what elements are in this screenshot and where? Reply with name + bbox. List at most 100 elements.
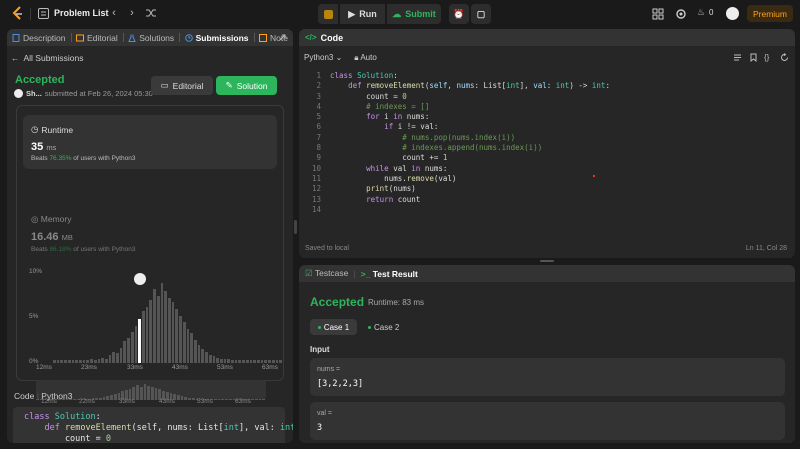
histogram-bar[interactable] xyxy=(193,339,197,363)
histogram-bar[interactable] xyxy=(153,289,156,363)
histogram-bar[interactable] xyxy=(164,291,167,363)
histogram-bar[interactable] xyxy=(190,333,193,363)
histogram-bar[interactable] xyxy=(268,360,271,363)
histogram-bar[interactable] xyxy=(223,359,227,363)
histogram-bar[interactable] xyxy=(205,352,208,363)
tab-testcase[interactable]: ☑ Testcase xyxy=(305,268,348,279)
leetcode-logo[interactable] xyxy=(11,6,25,21)
histogram-bar[interactable] xyxy=(245,360,249,363)
histogram-bar[interactable] xyxy=(182,321,186,363)
run-button[interactable]: ▶ Run xyxy=(340,4,385,24)
histogram-bar[interactable] xyxy=(108,354,112,363)
case-1-tab[interactable]: Case 1 xyxy=(310,319,357,335)
next-problem-icon[interactable]: › xyxy=(126,7,138,19)
histogram-bar[interactable] xyxy=(208,354,212,363)
shuffle-icon[interactable] xyxy=(145,7,157,19)
histogram-bar[interactable] xyxy=(279,360,282,363)
layout-grid-icon[interactable] xyxy=(652,8,664,20)
histogram-bar[interactable] xyxy=(78,360,82,363)
histogram-bar[interactable] xyxy=(116,353,119,363)
tab-editorial[interactable]: Editorial xyxy=(71,29,123,46)
histogram-bar[interactable] xyxy=(149,300,153,363)
histogram-bar[interactable] xyxy=(257,360,260,363)
histogram-bar[interactable] xyxy=(216,357,219,363)
histogram-bar[interactable] xyxy=(168,298,171,363)
code-editor[interactable]: class Solution: def removeElement(self, … xyxy=(330,71,610,205)
histogram-bar[interactable] xyxy=(231,360,234,363)
histogram-bar[interactable] xyxy=(119,347,123,363)
histogram-bar[interactable] xyxy=(197,345,201,363)
case-2-tab[interactable]: Case 2 xyxy=(368,319,399,335)
histogram-bar[interactable] xyxy=(86,360,90,363)
bookmark-icon[interactable] xyxy=(749,53,758,62)
histogram-bar[interactable] xyxy=(71,360,75,363)
histogram-bar[interactable] xyxy=(201,348,205,363)
input-nums[interactable]: nums = [3,2,2,3] xyxy=(310,358,785,396)
histogram-bar[interactable] xyxy=(112,352,116,363)
histogram-bar[interactable] xyxy=(219,358,223,363)
histogram-bar[interactable] xyxy=(249,360,253,363)
tab-solutions[interactable]: Solutions xyxy=(123,29,179,46)
submit-button[interactable]: ☁ Submit xyxy=(387,4,441,24)
link-icon[interactable] xyxy=(278,33,287,42)
language-select[interactable]: Python3 ⌄ xyxy=(304,53,342,63)
histogram-bar[interactable] xyxy=(253,360,257,363)
histogram-bar[interactable] xyxy=(179,316,182,363)
histogram-bar[interactable] xyxy=(186,328,190,363)
list-icon[interactable] xyxy=(38,8,49,19)
prev-problem-icon[interactable]: ‹ xyxy=(108,7,120,19)
histogram-bar[interactable] xyxy=(260,360,264,363)
solution-button[interactable]: ✎ Solution xyxy=(216,76,277,95)
submitted-code[interactable]: class Solution: def removeElement(self, … xyxy=(13,407,293,443)
histogram-bar[interactable] xyxy=(175,309,179,363)
tab-submissions[interactable]: Submissions xyxy=(180,29,254,46)
braces-icon[interactable]: {} xyxy=(764,53,773,62)
histogram-bar[interactable] xyxy=(93,360,97,363)
histogram-bar[interactable] xyxy=(156,295,160,363)
histogram-bar[interactable] xyxy=(238,360,242,363)
histogram-bar[interactable] xyxy=(134,326,138,363)
timer-button[interactable]: ⏰ xyxy=(449,4,469,24)
reset-icon[interactable] xyxy=(780,53,789,62)
tab-test-result[interactable]: >_ Test Result xyxy=(361,269,418,279)
debug-button[interactable] xyxy=(318,4,338,24)
histogram-bar[interactable] xyxy=(56,360,60,363)
problem-list-link[interactable]: Problem List xyxy=(54,8,109,18)
histogram-bar[interactable] xyxy=(90,359,93,363)
histogram-bar[interactable] xyxy=(142,310,145,363)
histogram-bar[interactable] xyxy=(104,358,108,363)
histogram-bar[interactable] xyxy=(145,307,149,363)
auto-mode[interactable]: 🔒︎ Auto xyxy=(354,53,377,63)
histogram-bar[interactable] xyxy=(271,360,275,363)
gear-icon[interactable] xyxy=(675,8,687,20)
tab-note[interactable]: Note xyxy=(254,29,293,46)
histogram-bar[interactable] xyxy=(234,360,238,363)
histogram-bar[interactable] xyxy=(53,360,56,363)
histogram-bar[interactable] xyxy=(171,301,175,363)
histogram-bar[interactable] xyxy=(97,359,101,363)
memory-label[interactable]: ◎ Memory xyxy=(31,214,72,225)
histogram-bar[interactable] xyxy=(212,355,216,363)
avatar[interactable] xyxy=(726,7,739,20)
histogram-bar[interactable] xyxy=(264,360,268,363)
histogram-bar[interactable] xyxy=(160,282,164,363)
histogram-bar[interactable] xyxy=(75,360,78,363)
input-val[interactable]: val = 3 xyxy=(310,402,785,440)
runtime-card[interactable]: ◷ Runtime 35 ms Beats 76.35% of users wit… xyxy=(23,115,277,169)
histogram-bar[interactable] xyxy=(127,337,130,363)
runtime-histogram[interactable] xyxy=(53,273,283,363)
histogram-bar[interactable] xyxy=(64,360,67,363)
back-to-submissions[interactable]: ← All Submissions xyxy=(11,53,84,63)
username[interactable]: Sh... xyxy=(26,89,42,98)
premium-button[interactable]: Premium xyxy=(747,5,793,22)
histogram-bar[interactable] xyxy=(275,360,279,363)
histogram-bar[interactable] xyxy=(227,359,231,363)
histogram-bar[interactable] xyxy=(82,360,86,363)
editorial-button[interactable]: ▭ Editorial xyxy=(151,76,213,95)
format-icon[interactable] xyxy=(733,53,742,62)
panel-resize-handle[interactable] xyxy=(540,260,554,262)
histogram-bar[interactable] xyxy=(130,331,134,363)
panel-resize-handle[interactable] xyxy=(294,220,297,234)
histogram-bar-user[interactable] xyxy=(138,318,142,363)
notes-button[interactable]: ▢ xyxy=(471,4,491,24)
